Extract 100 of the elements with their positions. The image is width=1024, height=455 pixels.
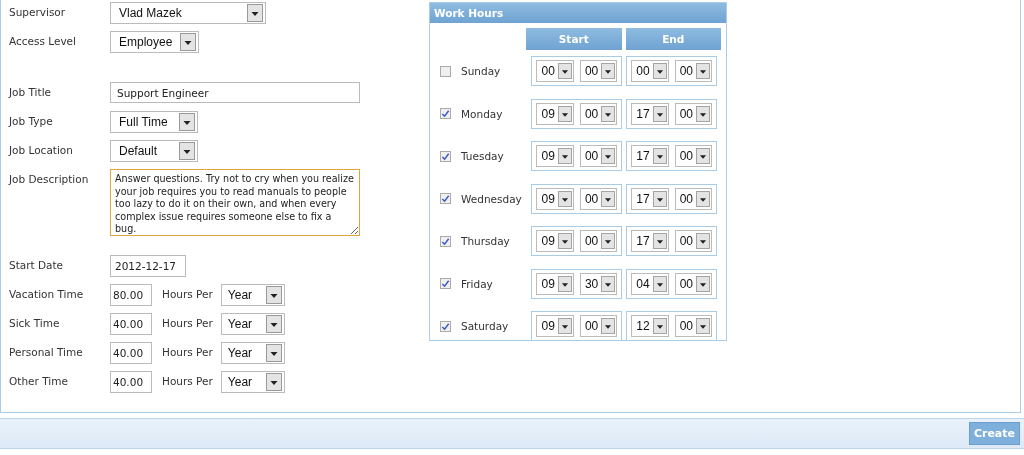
time-dropdown[interactable]: 00 (674, 315, 712, 338)
day-label: Saturday (461, 320, 510, 333)
time-dropdown[interactable]: 09 (536, 272, 574, 295)
time-dropdown[interactable]: 00 (674, 145, 712, 168)
time-dropdown[interactable]: 00 (536, 60, 574, 83)
time-dropdown[interactable]: 17 (631, 230, 669, 253)
caret-icon (696, 147, 710, 166)
time-dropdown[interactable]: 00 (674, 60, 712, 83)
caret-icon (696, 189, 710, 208)
caret-icon (652, 232, 667, 251)
day-label: Monday (461, 107, 504, 120)
caret-icon (696, 62, 710, 81)
time-dropdown[interactable]: 00 (631, 60, 669, 83)
caret-icon (601, 232, 616, 251)
field-label: Vacation Time (9, 287, 85, 300)
hours-field[interactable]: 40.00 (110, 313, 152, 335)
time-dropdown[interactable]: 00 (579, 60, 618, 83)
field-label: Personal Time (9, 345, 84, 358)
caret-icon (557, 317, 572, 336)
time-dropdown[interactable]: 09 (536, 187, 574, 210)
caret-icon (180, 33, 197, 51)
time-dropdown[interactable]: 00 (579, 230, 618, 253)
checkbox[interactable] (440, 193, 451, 205)
time-dropdown[interactable]: 12 (631, 315, 669, 338)
field-label: Job Location (9, 143, 74, 156)
checkbox[interactable] (440, 108, 451, 120)
time-dropdown[interactable]: 09 (536, 102, 574, 125)
unit-label: Hours Per (161, 287, 213, 300)
caret-icon (601, 274, 616, 293)
time-dropdown[interactable]: 17 (631, 187, 669, 210)
caret-icon (557, 104, 572, 123)
time-dropdown[interactable]: 09 (536, 315, 574, 338)
dropdown[interactable]: Year (220, 284, 285, 306)
time-dropdown[interactable]: 00 (674, 102, 712, 125)
time-dropdown[interactable]: 00 (674, 230, 712, 253)
time-dropdown[interactable]: 04 (631, 272, 669, 295)
caret-icon (601, 189, 616, 208)
unit-label: Hours Per (161, 374, 213, 387)
dropdown[interactable]: Default (110, 140, 198, 162)
caret-icon (179, 142, 195, 160)
dropdown[interactable]: Year (220, 342, 285, 364)
day-label: Friday (461, 277, 494, 290)
checkbox[interactable] (440, 235, 451, 247)
dropdown[interactable]: Year (220, 313, 285, 335)
caret-icon (601, 147, 616, 166)
time-dropdown[interactable]: 17 (631, 145, 669, 168)
time-dropdown[interactable]: 00 (579, 315, 618, 338)
unit-label: Hours Per (161, 316, 213, 329)
column-heading: End (625, 28, 721, 50)
dropdown[interactable]: Full Time (110, 111, 198, 133)
hours-field[interactable]: 40.00 (110, 342, 152, 364)
day-label: Sunday (461, 65, 502, 78)
text-field[interactable]: Support Engineer (110, 82, 360, 103)
field-label: Job Title (9, 85, 53, 98)
day-label: Thursday (461, 235, 511, 248)
field-label: Job Description (9, 172, 90, 185)
hours-field[interactable]: 40.00 (110, 371, 152, 393)
caret-icon (601, 317, 616, 336)
caret-icon (265, 344, 282, 362)
dropdown[interactable]: Year (220, 371, 285, 393)
caret-icon (557, 274, 572, 293)
unit-label: Hours Per (161, 345, 213, 358)
checkbox[interactable] (440, 278, 451, 290)
caret-icon (247, 4, 263, 22)
caret-icon (265, 315, 282, 333)
caret-icon (557, 189, 572, 208)
time-dropdown[interactable]: 09 (536, 230, 574, 253)
field-label: Start Date (9, 258, 65, 271)
caret-icon (652, 62, 667, 81)
caret-icon (179, 113, 195, 131)
caret-icon (652, 104, 667, 123)
caret-icon (265, 373, 282, 391)
caret-icon (557, 147, 572, 166)
caret-icon (557, 232, 572, 251)
field-label: Job Type (9, 114, 54, 127)
time-dropdown[interactable]: 00 (674, 187, 712, 210)
checkbox[interactable] (440, 65, 451, 77)
time-dropdown[interactable]: 30 (579, 272, 618, 295)
caret-icon (652, 317, 667, 336)
caret-icon (652, 147, 667, 166)
caret-icon (652, 274, 667, 293)
panel-title: Work Hours (430, 3, 726, 23)
time-dropdown[interactable]: 00 (674, 272, 712, 295)
time-dropdown[interactable]: 09 (536, 145, 574, 168)
time-dropdown[interactable]: 17 (631, 102, 669, 125)
description-field[interactable]: Answer questions. Try not to cry when you realize your job requires you to read manuals to people too lazy to do it on their own, and when every complex issue requires someone else to fix a bug. (110, 169, 360, 236)
time-dropdown[interactable]: 00 (579, 187, 618, 210)
dropdown[interactable]: Employee (110, 31, 200, 53)
date-field[interactable]: 2012-12-17 (110, 255, 186, 277)
checkbox[interactable] (440, 150, 451, 162)
dropdown[interactable]: Vlad Mazek (110, 2, 266, 24)
caret-icon (557, 62, 572, 81)
caret-icon (601, 104, 616, 123)
time-dropdown[interactable]: 00 (579, 102, 618, 125)
caret-icon (696, 232, 710, 251)
caret-icon (696, 317, 710, 336)
checkbox[interactable] (440, 320, 451, 332)
hours-field[interactable]: 80.00 (110, 284, 152, 306)
time-dropdown[interactable]: 00 (579, 145, 618, 168)
caret-icon (696, 104, 710, 123)
